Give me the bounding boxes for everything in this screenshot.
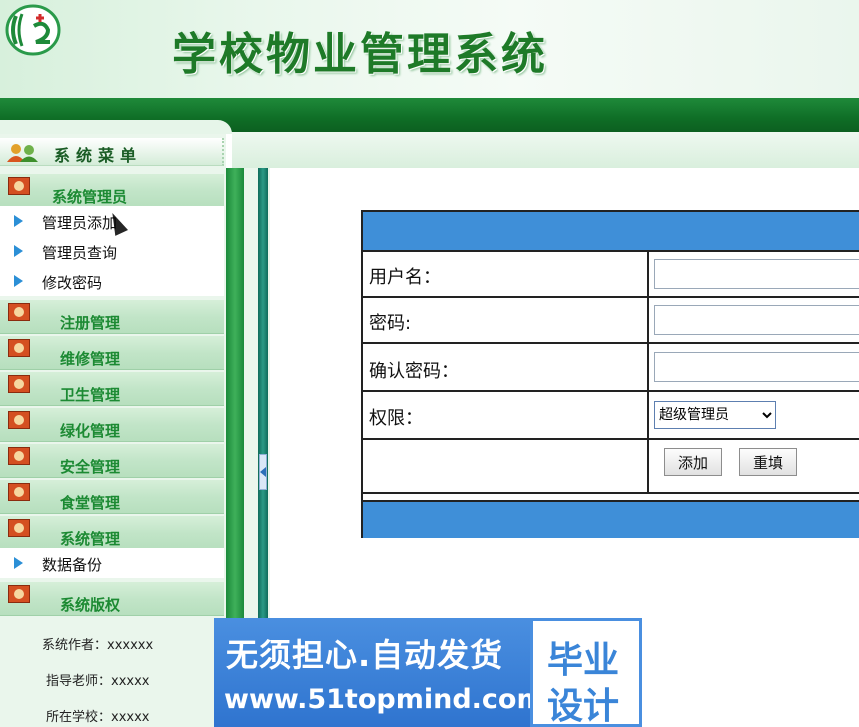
sidebar-item-data-backup[interactable]: 数据备份 xyxy=(0,548,224,578)
section-greening[interactable]: 绿化管理 xyxy=(0,408,224,442)
section-icon xyxy=(8,447,30,465)
column-divider xyxy=(647,298,649,342)
collapse-sidebar-handle[interactable] xyxy=(259,454,267,490)
section-copyright[interactable]: 系统版权 xyxy=(0,582,224,616)
add-button[interactable]: 添加 xyxy=(664,448,722,476)
school-logo-icon xyxy=(5,4,61,56)
row-username: 用户名： xyxy=(363,250,859,296)
watermark-slogan: 无须担心.自动发货 xyxy=(226,636,504,674)
arrow-right-icon xyxy=(14,557,23,569)
credit-school: 所在学校：xxxxx xyxy=(46,710,150,725)
form-footer-bar xyxy=(363,500,859,538)
row-password: 密码: xyxy=(363,296,859,342)
form-header-bar xyxy=(363,212,859,250)
section-registration[interactable]: 注册管理 xyxy=(0,300,224,334)
username-input[interactable] xyxy=(654,259,859,289)
sidebar-item-change-password[interactable]: 修改密码 xyxy=(0,266,224,296)
section-label: 维修管理 xyxy=(60,350,121,368)
section-repair[interactable]: 维修管理 xyxy=(0,336,224,370)
section-icon xyxy=(8,585,30,603)
sidebar-top-tab xyxy=(0,120,232,134)
content-top-bar xyxy=(232,132,859,168)
app-header: 学校物业管理系统 xyxy=(0,0,859,98)
username-label: 用户名： xyxy=(369,267,441,288)
sidebar-item-label: 管理员查询 xyxy=(42,244,118,262)
password-label: 密码: xyxy=(369,313,412,334)
row-actions: 添加 重填 xyxy=(363,438,859,492)
admin-add-form: 用户名： 密码: 确认密码： 权限： 超级管理员 添加 重填 xyxy=(361,210,859,538)
section-canteen[interactable]: 食堂管理 xyxy=(0,480,224,514)
section-label: 绿化管理 xyxy=(60,422,121,440)
section-label: 系统管理员 xyxy=(52,188,128,206)
section-icon xyxy=(8,519,30,537)
column-divider xyxy=(647,440,649,492)
permission-label: 权限： xyxy=(369,408,423,429)
section-label: 卫生管理 xyxy=(60,386,121,404)
row-permission: 权限： 超级管理员 xyxy=(363,390,859,438)
section-icon xyxy=(8,375,30,393)
password-input[interactable] xyxy=(654,305,859,335)
column-divider xyxy=(647,252,649,296)
column-divider xyxy=(647,344,649,390)
watermark-banner: 无须担心.自动发货 www.51topmind.com 毕业 设计 xyxy=(214,618,642,727)
section-system-management[interactable]: 系统管理 xyxy=(0,516,224,550)
arrow-right-icon xyxy=(14,275,23,287)
section-icon xyxy=(8,339,30,357)
section-icon xyxy=(8,177,30,195)
sidebar-item-label: 修改密码 xyxy=(42,274,103,292)
permission-select[interactable]: 超级管理员 xyxy=(654,401,776,429)
menu-title-bar: 系统菜单 xyxy=(0,138,224,166)
section-label: 食堂管理 xyxy=(60,494,121,512)
watermark-design: 设计 xyxy=(547,686,620,727)
confirm-password-input[interactable] xyxy=(654,352,859,382)
section-label: 系统版权 xyxy=(60,596,121,614)
users-icon xyxy=(7,144,38,162)
sidebar-item-admin-query[interactable]: 管理员查询 xyxy=(0,236,224,266)
column-divider xyxy=(647,392,649,438)
section-system-admin[interactable]: 系统管理员 xyxy=(0,174,224,208)
watermark-right: 毕业 设计 xyxy=(530,618,642,727)
section-security[interactable]: 安全管理 xyxy=(0,444,224,478)
menu-title: 系统菜单 xyxy=(54,146,143,165)
section-sanitation[interactable]: 卫生管理 xyxy=(0,372,224,406)
watermark-url: www.51topmind.com xyxy=(224,684,545,715)
section-label: 注册管理 xyxy=(60,314,121,332)
section-label: 系统管理 xyxy=(60,530,121,548)
arrow-right-icon xyxy=(14,215,23,227)
credit-advisor: 指导老师：xxxxx xyxy=(46,674,150,689)
watermark-graduation: 毕业 xyxy=(547,640,620,681)
reset-button[interactable]: 重填 xyxy=(739,448,797,476)
sidebar-item-label: 数据备份 xyxy=(42,556,103,574)
section-label: 安全管理 xyxy=(60,458,121,476)
arrow-right-icon xyxy=(14,245,23,257)
section-icon xyxy=(8,411,30,429)
confirm-password-label: 确认密码： xyxy=(369,361,459,382)
page-title: 学校物业管理系统 xyxy=(172,29,548,80)
section-icon xyxy=(8,483,30,501)
credit-author: 系统作者：xxxxxx xyxy=(42,638,154,653)
watermark-left: 无须担心.自动发货 www.51topmind.com xyxy=(214,618,545,727)
section-icon xyxy=(8,303,30,321)
row-confirm-password: 确认密码： xyxy=(363,342,859,390)
